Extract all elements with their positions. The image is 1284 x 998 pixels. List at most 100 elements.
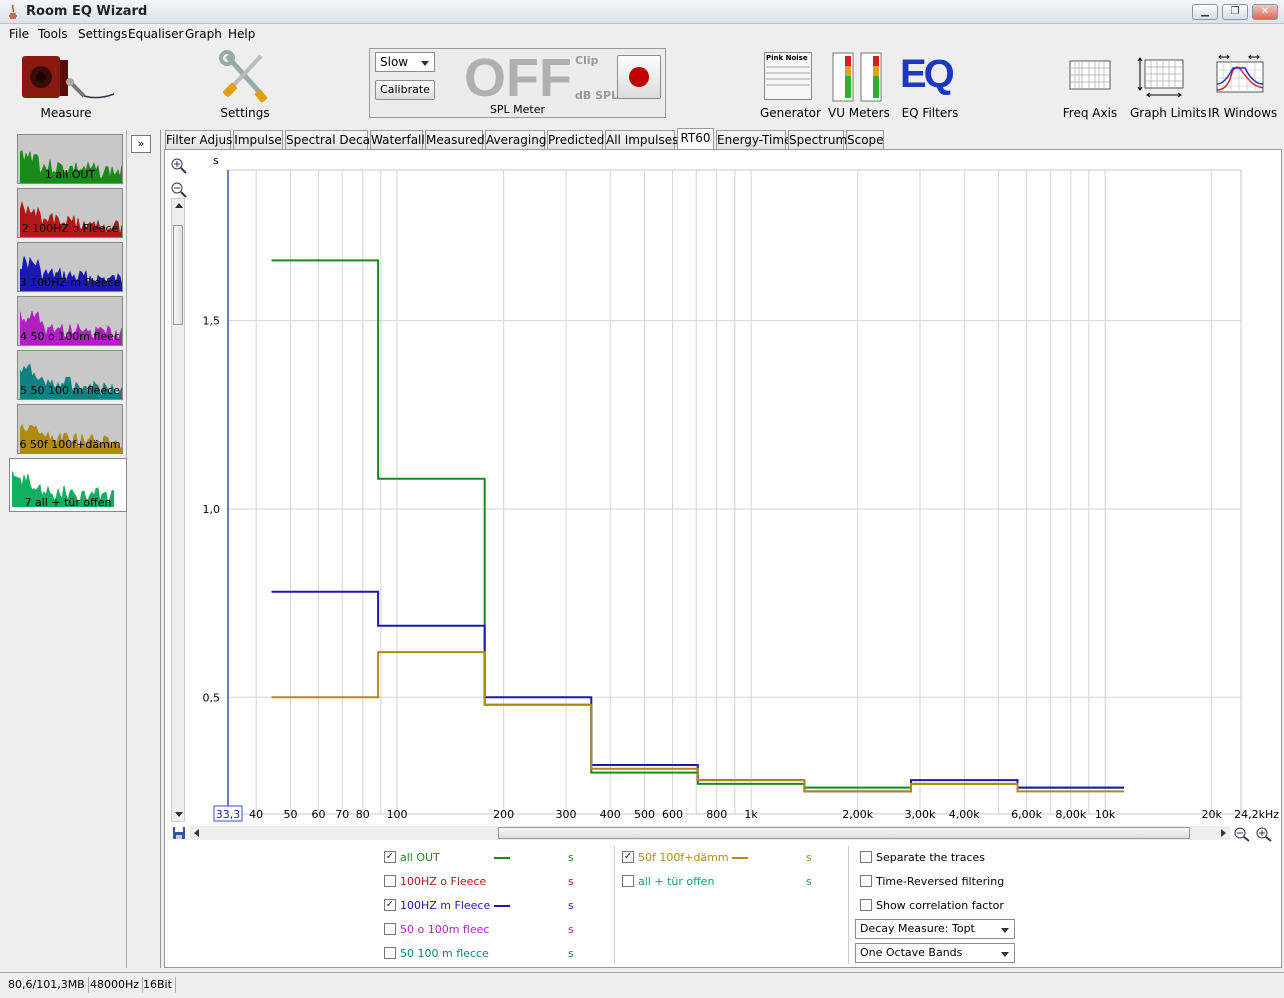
measurement-item[interactable]: 2 100HZ o Fleece <box>17 188 123 238</box>
x-tick-label: 6,00k <box>1011 808 1042 821</box>
menu-equaliser[interactable]: Equaliser <box>128 27 183 41</box>
separate-traces-checkbox[interactable] <box>860 851 872 863</box>
menu-settings[interactable]: Settings <box>78 27 127 41</box>
trace-unit: s <box>568 875 574 888</box>
zoom-in-icon[interactable] <box>170 157 188 175</box>
tab-spectrum[interactable]: Spectrum <box>788 130 847 150</box>
measurement-item[interactable]: 1 all OUT <box>17 134 123 184</box>
vertical-scrollbar[interactable] <box>171 198 185 822</box>
tab-spectral-decay[interactable]: Spectral Decay <box>285 130 377 150</box>
y-tick-label: 1,0 <box>203 503 221 516</box>
scroll-right-icon[interactable] <box>1221 829 1226 837</box>
vu-meters-label: VU Meters <box>828 106 890 120</box>
vertical-scroll-thumb[interactable] <box>173 225 183 325</box>
maximize-button[interactable]: ❐ <box>1222 4 1248 20</box>
tab-waterfall[interactable]: Waterfall <box>370 130 425 150</box>
measurement-label: 1 all OUT <box>44 168 96 181</box>
legend-divider <box>614 846 615 964</box>
correlation-checkbox[interactable] <box>860 899 872 911</box>
save-icon[interactable] <box>172 826 186 840</box>
freq-axis-button[interactable]: Freq Axis <box>1062 54 1118 120</box>
measurement-item[interactable]: 3 100HZ m Fleece <box>17 242 123 292</box>
y-axis-label: s <box>213 154 219 167</box>
trace-visibility-checkbox[interactable]: ✓ <box>384 851 396 863</box>
trace-unit: s <box>568 899 574 912</box>
window-title: Room EQ Wizard <box>26 4 148 19</box>
scroll-left-icon[interactable] <box>194 829 199 837</box>
measurement-item[interactable]: 7 all + tür offen <box>9 458 127 512</box>
trace-unit: s <box>568 851 574 864</box>
calibrate-button[interactable]: Calibrate <box>375 80 435 100</box>
tab-scope[interactable]: Scope <box>846 130 884 150</box>
scroll-up-icon[interactable] <box>175 203 183 208</box>
menu-help[interactable]: Help <box>228 27 255 41</box>
horizontal-scroll-thumb[interactable] <box>498 827 1190 839</box>
tab-all-impulses[interactable]: All Impulses <box>605 130 678 150</box>
settings-button[interactable]: Settings <box>212 50 278 120</box>
generator-button[interactable]: Pink Noise Generator <box>760 52 821 120</box>
x-tick-label: 400 <box>600 808 621 821</box>
time-reversed-checkbox[interactable] <box>860 875 872 887</box>
horizontal-scrollbar[interactable] <box>190 826 1230 840</box>
measure-button[interactable]: Measure <box>18 50 115 120</box>
trace-name: 50 100 m flecce <box>400 947 489 960</box>
menu-graph[interactable]: Graph <box>185 27 222 41</box>
decay-measure-select[interactable]: Decay Measure: Topt <box>855 919 1015 939</box>
trace-name: all + tür offen <box>638 875 715 888</box>
close-button[interactable]: ✕ <box>1252 4 1278 20</box>
menu-file[interactable]: File <box>9 27 29 41</box>
tab-filter-adjust[interactable]: Filter Adjust <box>165 130 237 150</box>
ir-windows-button[interactable]: IR Windows <box>1208 52 1277 120</box>
zoom-out-icon[interactable] <box>170 181 188 199</box>
minimize-button[interactable]: ▁ <box>1192 4 1218 20</box>
trace-visibility-checkbox[interactable] <box>384 923 396 935</box>
graph-limits-button[interactable]: Graph Limits <box>1130 52 1207 120</box>
trace-visibility-checkbox[interactable] <box>384 947 396 959</box>
tab-predicted[interactable]: Predicted <box>547 130 604 150</box>
measurement-item[interactable]: 4 50 o 100m fleec <box>17 296 123 346</box>
menu-bar: File Tools Settings Equaliser Graph Help <box>0 24 1284 44</box>
trace-visibility-checkbox[interactable]: ✓ <box>622 851 634 863</box>
tools-icon <box>219 50 268 103</box>
trace-name: 50f 100f+dämm <box>638 851 729 864</box>
horizontal-zoom-in-icon[interactable] <box>1255 826 1273 842</box>
trace-swatch <box>494 905 510 907</box>
spl-mode-select[interactable]: Slow <box>375 52 435 72</box>
menu-tools[interactable]: Tools <box>38 27 68 41</box>
title-bar: Room EQ Wizard ▁ ❐ ✕ <box>0 0 1284 24</box>
x-tick-label: 60 <box>312 808 326 821</box>
tab-energy-time[interactable]: Energy-Time <box>716 130 791 150</box>
trace-visibility-checkbox[interactable]: ✓ <box>384 899 396 911</box>
time-reversed-label: Time-Reversed filtering <box>876 875 1005 888</box>
separate-traces-label: Separate the traces <box>876 851 985 864</box>
vu-meters-button[interactable]: VU Meters <box>828 52 890 120</box>
correlation-label: Show correlation factor <box>876 899 1004 912</box>
scroll-down-icon[interactable] <box>175 812 183 817</box>
band-select[interactable]: One Octave Bands <box>855 943 1015 963</box>
chevron-down-icon <box>1001 928 1009 933</box>
bit-depth: 16Bit <box>140 977 176 993</box>
expand-panel-button[interactable]: » <box>131 135 151 153</box>
horizontal-zoom-out-icon[interactable] <box>1233 826 1251 842</box>
tab-measured[interactable]: Measured <box>425 130 485 150</box>
generator-signal-label: Pink Noise <box>766 54 808 62</box>
trace-unit: s <box>568 923 574 936</box>
trace-visibility-checkbox[interactable] <box>384 875 396 887</box>
measurements-panel: 1 all OUT 2 100HZ o Fleece 3 100HZ m Fleec… <box>5 130 127 968</box>
measurement-item[interactable]: 6 50f 100f+dämm <box>17 404 123 454</box>
x-tick-label: 600 <box>662 808 683 821</box>
record-button[interactable] <box>617 55 661 99</box>
trace-unit: s <box>806 851 812 864</box>
clip-indicator: Clip <box>575 54 599 67</box>
x-tick-label: 4,00k <box>949 808 980 821</box>
tab-rt60[interactable]: RT60 <box>677 128 714 149</box>
tab-averaging[interactable]: Averaging <box>485 130 546 150</box>
measurement-item[interactable]: 5 50 100 m fleece <box>17 350 123 400</box>
x-tick-label: 2,00k <box>842 808 873 821</box>
trace-unit: s <box>806 875 812 888</box>
java-app-icon <box>9 4 17 19</box>
eq-filters-button[interactable]: EQ EQ Filters <box>900 52 960 120</box>
tab-impulse[interactable]: Impulse <box>233 130 283 150</box>
trace-swatch <box>494 857 510 859</box>
trace-visibility-checkbox[interactable] <box>622 875 634 887</box>
